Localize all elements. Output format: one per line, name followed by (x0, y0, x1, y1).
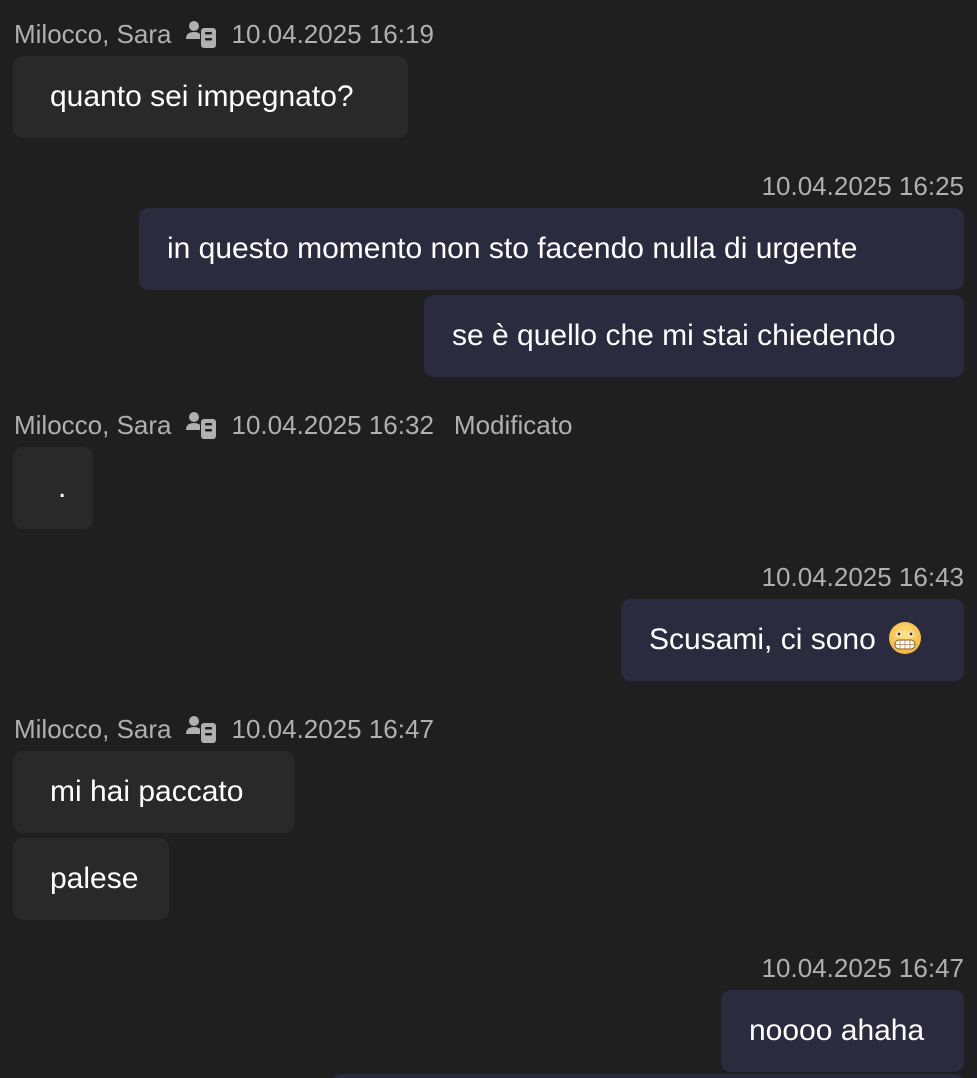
message-text: Scusami, ci sono (649, 623, 876, 656)
message-group-incoming: Milocco, Sara 10.04.2025 16:19 (0, 18, 977, 50)
message-header: Milocco, Sara 10.04.2025 16:32 Modificat… (0, 409, 977, 441)
message-bubble[interactable]: noooo ahaha (721, 990, 964, 1072)
message-timestamp: 10.04.2025 16:32 (231, 409, 434, 440)
message-bubble[interactable]: palese (13, 838, 169, 920)
sender-name[interactable]: Milocco, Sara (14, 410, 172, 441)
message-group-outgoing: 10.04.2025 16:43 (0, 561, 977, 592)
org-member-icon (185, 21, 216, 48)
org-member-icon (185, 412, 216, 439)
message-group-outgoing: 10.04.2025 16:25 (0, 170, 977, 201)
org-member-icon (185, 716, 216, 743)
message-bubble[interactable]: quanto sei impegnato? (13, 56, 408, 138)
sender-name[interactable]: Milocco, Sara (14, 714, 172, 745)
message-timestamp: 10.04.2025 16:25 (761, 170, 964, 201)
message-header: 10.04.2025 16:25 (0, 170, 977, 201)
grimacing-face-emoji (888, 622, 921, 654)
message-timestamp: 10.04.2025 16:47 (231, 713, 434, 744)
message-timestamp: 10.04.2025 16:19 (231, 18, 434, 49)
message-header: Milocco, Sara 10.04.2025 16:47 (0, 713, 977, 745)
message-header: 10.04.2025 16:43 (0, 561, 977, 592)
message-bubble[interactable]: Scusami, ci sono (621, 599, 964, 681)
sender-name[interactable]: Milocco, Sara (14, 19, 172, 50)
message-bubble[interactable]: se è quello che mi stai chiedendo (424, 295, 964, 377)
chat-thread: Milocco, Sara 10.04.2025 16:19 quanto se… (0, 0, 977, 1078)
edited-label: Modificato (453, 409, 573, 440)
message-header: 10.04.2025 16:47 (0, 952, 977, 983)
message-header: Milocco, Sara 10.04.2025 16:19 (0, 18, 977, 50)
message-bubble[interactable]: in questo momento non sto facendo nulla … (139, 208, 964, 290)
message-bubble-partial[interactable] (332, 1074, 964, 1078)
message-group-incoming: Milocco, Sara 10.04.2025 16:47 (0, 713, 977, 745)
message-timestamp: 10.04.2025 16:43 (761, 561, 964, 592)
message-bubble[interactable]: . (13, 447, 93, 529)
message-group-outgoing: 10.04.2025 16:47 (0, 952, 977, 983)
message-timestamp: 10.04.2025 16:47 (761, 952, 964, 983)
message-bubble[interactable]: mi hai paccato (13, 751, 295, 833)
message-group-incoming: Milocco, Sara 10.04.2025 16:32 Modificat… (0, 409, 977, 441)
